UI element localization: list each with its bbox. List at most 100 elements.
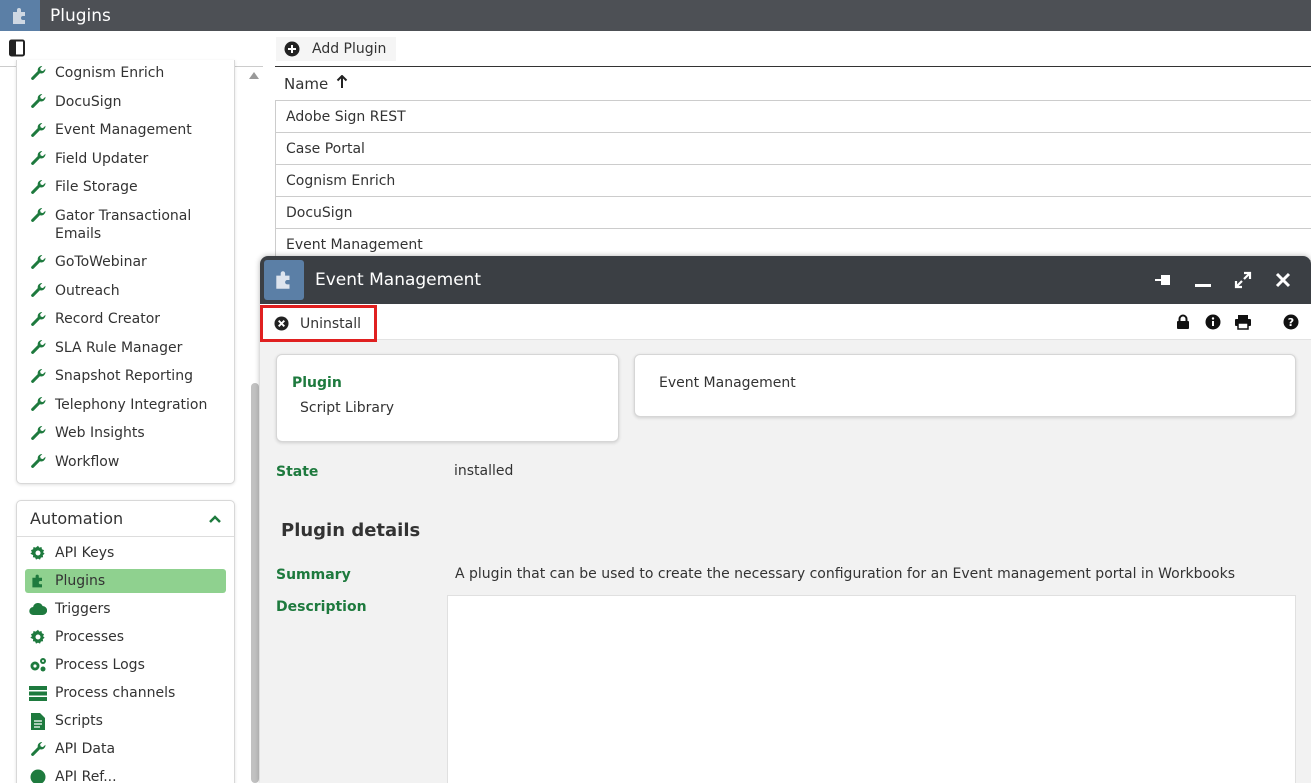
sidebar-item-gotowebinar[interactable]: GoToWebinar xyxy=(17,253,234,271)
table-row[interactable]: Adobe Sign REST xyxy=(275,101,1311,133)
minimize-icon[interactable] xyxy=(1193,270,1213,290)
sidebar-item-docusign[interactable]: DocuSign xyxy=(17,93,234,111)
sidebar-item-process-logs[interactable]: Process Logs xyxy=(17,653,234,677)
plugin-type-card: Plugin Script Library xyxy=(276,354,619,442)
window-titlebar[interactable]: Event Management xyxy=(260,256,1311,304)
sidebar-item-label: Cognism Enrich xyxy=(55,65,165,81)
sidebar-item-processes[interactable]: Processes xyxy=(17,625,234,649)
column-header-label: Name xyxy=(284,74,329,93)
wrench-icon xyxy=(29,93,47,111)
puzzle-icon xyxy=(29,572,47,590)
sidebar-item-snapshot-reporting[interactable]: Snapshot Reporting xyxy=(17,367,234,385)
close-icon[interactable] xyxy=(1273,270,1293,290)
wrench-icon xyxy=(29,253,47,271)
wrench-icon xyxy=(29,367,47,385)
add-plugin-label: Add Plugin xyxy=(312,41,387,57)
app-header: Plugins xyxy=(0,0,1311,31)
help-icon[interactable]: ? xyxy=(1281,312,1301,332)
wrench-icon xyxy=(29,740,47,758)
table-row[interactable]: Case Portal xyxy=(275,133,1311,165)
sidebar-item-workflow[interactable]: Workflow xyxy=(17,453,234,471)
sidebar-item-scripts[interactable]: Scripts xyxy=(17,709,234,733)
sidebar-item-label: Event Management xyxy=(55,122,192,138)
sidebar-item-label: Scripts xyxy=(55,713,103,729)
globe-icon xyxy=(29,768,47,783)
puzzle-icon xyxy=(0,0,40,31)
name-column-header[interactable]: Name xyxy=(275,67,1311,101)
sidebar-scrollbar[interactable] xyxy=(251,383,259,783)
sidebar-item-label: Processes xyxy=(55,629,125,645)
plus-circle-icon xyxy=(284,41,300,57)
plugin-name-value: Event Management xyxy=(659,375,796,391)
state-value: installed xyxy=(454,463,514,479)
sidebar-item-triggers[interactable]: Triggers xyxy=(17,597,234,621)
sidebar-item-api-data[interactable]: API Data xyxy=(17,737,234,761)
plugin-window: Event Management Uninstall ? Plugin Scri… xyxy=(260,256,1311,783)
wrench-icon xyxy=(29,310,47,328)
wrench-icon xyxy=(29,207,47,225)
gear-icon xyxy=(29,544,47,562)
gear-icon xyxy=(29,628,47,646)
automation-title: Automation xyxy=(30,509,124,528)
sidebar-toggle-icon[interactable] xyxy=(8,39,26,57)
wrench-icon xyxy=(29,64,47,82)
sidebar-item-file-storage[interactable]: File Storage xyxy=(17,178,234,196)
wrench-icon xyxy=(29,121,47,139)
sidebar-item-event-management[interactable]: Event Management xyxy=(17,121,234,139)
state-label: State xyxy=(276,464,319,480)
puzzle-icon xyxy=(264,260,304,300)
summary-value: A plugin that can be used to create the … xyxy=(455,566,1236,582)
sidebar-item-process-channels[interactable]: Process channels xyxy=(17,681,234,705)
sidebar-item-field-updater[interactable]: Field Updater xyxy=(17,150,234,168)
table-row[interactable]: Cognism Enrich xyxy=(275,165,1311,197)
wrench-icon xyxy=(29,178,47,196)
sidebar-item-label: SLA Rule Manager xyxy=(55,339,183,356)
server-icon xyxy=(29,684,47,702)
chevron-up-icon[interactable] xyxy=(208,509,222,528)
sidebar-item-label: Workflow xyxy=(55,453,120,470)
description-field xyxy=(447,595,1296,783)
wrench-icon xyxy=(29,150,47,168)
add-plugin-button[interactable]: Add Plugin xyxy=(276,37,397,61)
lock-icon[interactable] xyxy=(1173,312,1193,332)
sidebar-item-sla-rule-manager[interactable]: SLA Rule Manager xyxy=(17,339,234,357)
sidebar-item-label: Outreach xyxy=(55,282,120,299)
window-title: Event Management xyxy=(315,270,482,290)
sort-up-arrow-icon xyxy=(336,74,348,93)
sidebar-item-web-insights[interactable]: Web Insights xyxy=(17,424,234,442)
sidebar-item-plugins[interactable]: Plugins xyxy=(25,569,226,593)
sidebar-item-label: GoToWebinar xyxy=(55,254,147,270)
sidebar-item-label: Telephony Integration xyxy=(55,396,208,413)
scroll-up-arrow[interactable] xyxy=(249,72,259,79)
sidebar-item-label: API Ref... xyxy=(55,769,117,783)
sidebar-item-api-keys[interactable]: API Keys xyxy=(17,541,234,565)
maximize-icon[interactable] xyxy=(1233,270,1253,290)
sidebar-item-telephony-integration[interactable]: Telephony Integration xyxy=(17,396,234,414)
sidebar-item-gator-transactional-emails[interactable]: Gator Transactional Emails xyxy=(17,207,234,243)
sidebar-item-cognism-enrich[interactable]: Cognism Enrich xyxy=(17,64,234,82)
sidebar-item-label: API Data xyxy=(55,741,116,757)
sidebar-item-label: Record Creator xyxy=(55,311,161,327)
sidebar-item-api-ref[interactable]: API Ref... xyxy=(17,765,234,783)
sidebar-item-outreach[interactable]: Outreach xyxy=(17,282,234,300)
sidebar-item-label: File Storage xyxy=(55,179,138,195)
plugin-name-card: Event Management xyxy=(634,354,1296,417)
uninstall-button[interactable]: Uninstall xyxy=(260,305,377,342)
wrench-icon xyxy=(29,339,47,357)
svg-text:?: ? xyxy=(1288,316,1294,329)
sidebar-item-label: Plugins xyxy=(55,573,106,589)
sidebar-item-label: API Keys xyxy=(55,545,115,561)
pin-icon[interactable] xyxy=(1153,270,1173,290)
wrench-icon xyxy=(29,282,47,300)
cloud-icon xyxy=(29,600,47,618)
automation-panel: Automation API Keys Plugins Triggers Proces… xyxy=(16,500,235,783)
description-label: Description xyxy=(276,599,367,615)
window-toolbar: Uninstall ? xyxy=(260,304,1311,342)
automation-header[interactable]: Automation xyxy=(17,501,234,537)
sidebar-item-record-creator[interactable]: Record Creator xyxy=(17,310,234,328)
wrench-icon xyxy=(29,424,47,442)
print-icon[interactable] xyxy=(1233,312,1253,332)
app-title: Plugins xyxy=(50,5,111,26)
info-icon[interactable] xyxy=(1203,312,1223,332)
table-row[interactable]: DocuSign xyxy=(275,197,1311,229)
